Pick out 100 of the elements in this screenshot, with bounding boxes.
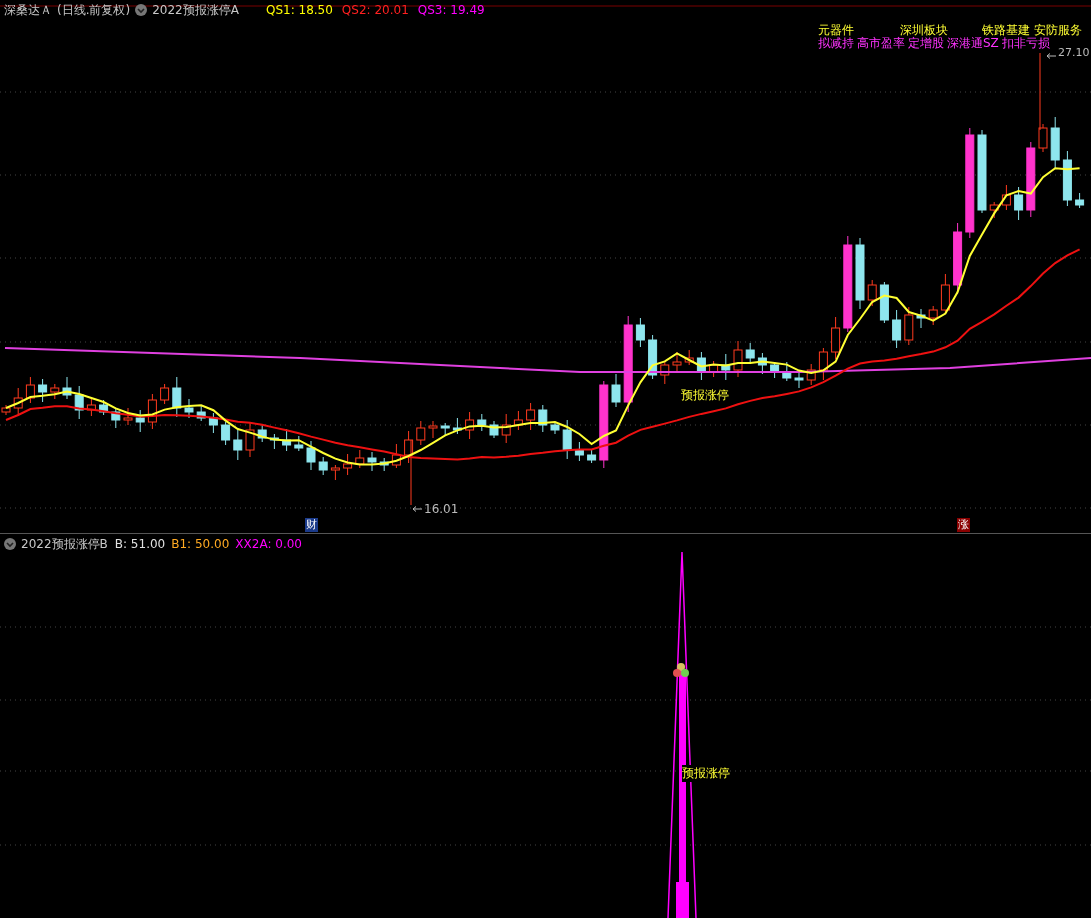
candlestick [355, 449, 365, 469]
candlestick [452, 417, 462, 435]
candlestick [696, 351, 706, 381]
candlestick [1050, 116, 1060, 170]
candlestick [587, 448, 597, 464]
candlestick [831, 316, 841, 360]
candlestick [648, 334, 658, 380]
event-tag: 深港通SZ [947, 35, 999, 52]
candlestick [62, 376, 72, 400]
candlestick [147, 393, 157, 430]
candlestick [904, 306, 914, 346]
candlestick [806, 363, 816, 386]
candlestick [257, 423, 267, 443]
stock-name: 深桑达Ａ [4, 1, 52, 19]
high-price-label: 27.10 [1058, 46, 1090, 59]
candlestick [818, 347, 828, 381]
candlestick [367, 451, 377, 472]
event-marker[interactable]: 财 [305, 518, 318, 532]
candlestick [782, 361, 792, 382]
candlestick [50, 383, 60, 400]
candlestick [86, 397, 96, 417]
candlestick [867, 279, 877, 307]
indicator-name: 2022预报涨停A [152, 1, 239, 19]
candlestick [928, 305, 938, 326]
candlestick [709, 360, 719, 378]
candlestick [1001, 184, 1011, 211]
candlestick [538, 404, 548, 433]
candlestick [416, 420, 426, 446]
price-wick-line [410, 439, 412, 506]
candlestick [660, 361, 670, 385]
event-tag: 扣非亏损 [1001, 35, 1050, 52]
indicator-value: QS2: 20.01 [341, 3, 409, 17]
candlestick [221, 421, 231, 446]
candlestick [916, 308, 926, 329]
candlestick [574, 441, 584, 462]
candlestick [477, 413, 487, 432]
candlestick [989, 201, 999, 219]
candlestick [99, 399, 109, 416]
candlestick [233, 429, 243, 461]
event-tag: 高市盈率 [857, 35, 905, 52]
candlestick [196, 404, 206, 422]
candlestick [282, 428, 292, 452]
candlestick [330, 464, 340, 481]
candlestick [501, 413, 511, 444]
candlestick [440, 422, 450, 436]
candlestick [892, 309, 902, 349]
candlestick [1075, 192, 1085, 209]
candlestick [770, 361, 780, 379]
indicator-value: QS3: 19.49 [417, 3, 485, 17]
candlestick [1038, 123, 1048, 153]
candlestick [1014, 186, 1024, 221]
candlestick [879, 281, 889, 324]
candlestick [184, 398, 194, 419]
event-tag: 定增股 [908, 35, 944, 52]
candlestick [733, 340, 743, 378]
low-price-label: 16.01 [424, 502, 459, 516]
candlestick [635, 317, 645, 348]
candlestick [245, 421, 255, 458]
candlestick [721, 353, 731, 381]
candlestick [38, 378, 48, 403]
candlestick [550, 421, 560, 435]
candlestick [757, 352, 767, 375]
indicator-value: QS1: 18.50 [265, 3, 333, 17]
event-marker[interactable]: 涨 [957, 518, 970, 532]
signal-label: 预报涨停 [681, 387, 729, 404]
candlestick [160, 383, 170, 405]
dropdown-icon[interactable] [135, 4, 148, 16]
candlestick [611, 373, 621, 408]
indicator-value: XX2A: 0.00 [235, 537, 302, 551]
candlestick [343, 453, 353, 476]
signal-balls-icon [673, 663, 689, 677]
candlestick [465, 411, 475, 440]
candlestick [391, 443, 401, 469]
candlestick [379, 457, 389, 472]
candlestick [13, 387, 23, 417]
candlestick [74, 385, 84, 420]
candlestick [208, 412, 218, 434]
indicator-value: B: 51.00 [114, 537, 166, 551]
candlestick [25, 376, 35, 404]
dropdown-icon[interactable] [4, 538, 16, 550]
candlestick [404, 430, 414, 464]
candlestick [269, 433, 279, 450]
candlestick [513, 410, 523, 431]
candlestick [294, 435, 304, 452]
arrow-icon [412, 506, 422, 512]
candlestick [1062, 150, 1072, 207]
candlestick [489, 420, 499, 439]
event-tag: 拟减持 [818, 35, 854, 52]
indicator-value: B1: 50.00 [171, 537, 230, 551]
candlestick [562, 419, 572, 460]
candlestick [135, 409, 145, 433]
period-label: (日线.前复权) [57, 1, 131, 19]
indicator-name: 2022预报涨停B [21, 535, 108, 553]
candlestick [172, 376, 182, 418]
arrow-icon [1046, 53, 1056, 59]
candlestick [672, 351, 682, 372]
candlestick [111, 408, 121, 429]
candlestick [745, 342, 755, 363]
candlestick [684, 349, 694, 366]
candlestick [428, 420, 438, 439]
